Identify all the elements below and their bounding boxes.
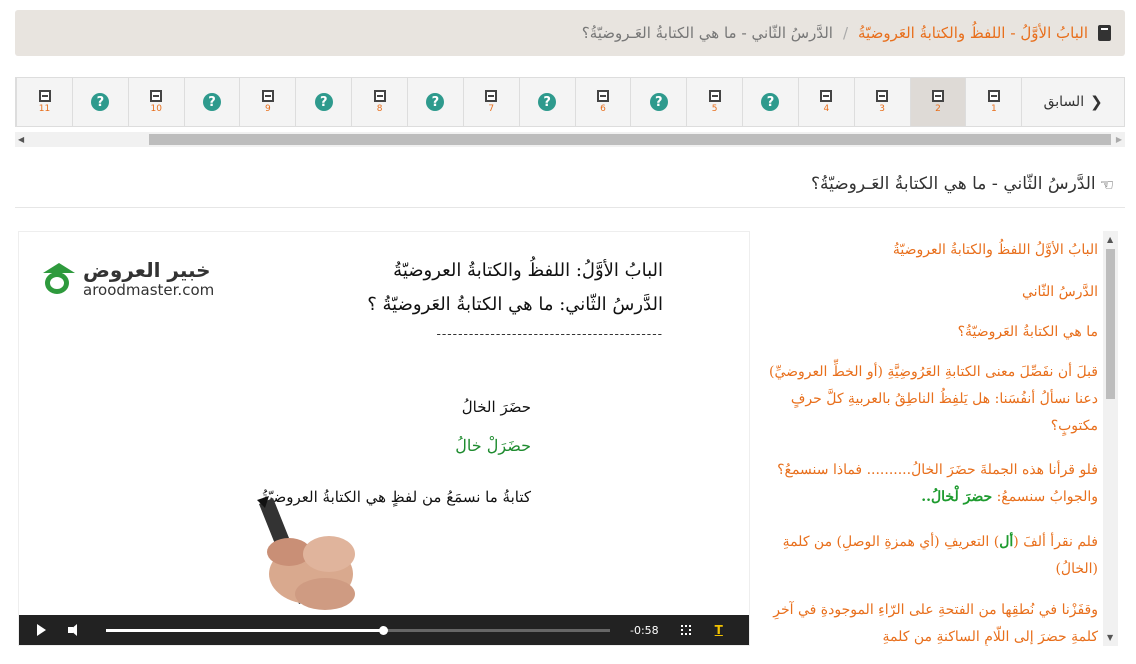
film-icon — [876, 90, 889, 102]
question-icon: ? — [91, 93, 110, 111]
film-icon — [261, 90, 274, 102]
nav-item-video-8[interactable]: 8 — [351, 78, 407, 126]
vertical-scrollbar-thumb[interactable] — [1106, 249, 1115, 399]
nav-item-video-6[interactable]: 6 — [574, 78, 631, 126]
book-icon — [1098, 25, 1111, 41]
lesson-title-text: الدَّرسُ الثّاني - ما هي الكتابةُ العَـر… — [810, 174, 1096, 194]
transcript-highlight-al: أل — [999, 534, 1014, 550]
question-icon: ? — [203, 93, 222, 111]
scroll-left-arrow-icon[interactable]: ◀ — [18, 135, 24, 144]
question-icon: ? — [314, 93, 333, 111]
drawing-hand-image — [257, 496, 355, 610]
logo-domain-text: aroodmaster.com — [83, 281, 215, 299]
vertical-scrollbar[interactable]: ▲ ▼ — [1103, 231, 1118, 646]
site-logo: خبير العروض aroodmaster.com — [41, 260, 214, 298]
nav-item-video-2[interactable]: 2 — [909, 78, 966, 126]
scrollbar-thumb[interactable] — [149, 134, 1111, 145]
previous-button[interactable]: ❮ السابق — [1021, 78, 1124, 126]
video-player[interactable]: خبير العروض aroodmaster.com البابُ الأوَ… — [18, 231, 750, 646]
nav-item-video-10[interactable]: 10 — [127, 78, 184, 126]
transcript-chapter: البابُ الأوَّلُ اللفظُ والكتابةُ العروضي… — [892, 242, 1098, 258]
transcript-paragraph-2: فلو قرأنا هذه الجملةَ حضَرَ الخالُ......… — [760, 457, 1098, 511]
fullscreen-icon[interactable] — [680, 625, 691, 635]
video-example-arudi: حضَرَلْ خالُ — [455, 436, 531, 455]
nav-item-quiz[interactable]: ? — [518, 78, 575, 126]
graduation-cap-logo-icon — [41, 261, 77, 297]
transcript-paragraph-4: وقفَزْنا في نُطقِها من الفتحةِ على الرّا… — [773, 602, 1098, 645]
film-icon — [932, 90, 945, 102]
nav-item-number: 10 — [150, 104, 162, 114]
lesson-title: ☜ الدَّرسُ الثّاني - ما هي الكتابةُ العَ… — [811, 174, 1114, 194]
nav-item-quiz[interactable]: ? — [183, 78, 240, 126]
video-dashed-rule: ----------------------------------------… — [436, 327, 663, 342]
horizontal-scrollbar[interactable]: ◀ ▶ — [15, 132, 1125, 147]
film-icon — [38, 90, 51, 102]
hand-pointer-icon: ☜ — [1099, 174, 1114, 194]
film-icon — [820, 90, 833, 102]
nav-item-video-11[interactable]: 11 — [16, 78, 72, 126]
video-lesson-line: الدَّرسُ الثّاني: ما هي الكتابةُ العَروض… — [367, 294, 663, 315]
nav-item-quiz[interactable]: ? — [630, 78, 686, 126]
question-icon: ? — [649, 93, 668, 111]
transcript-lesson: الدَّرسُ الثّاني — [1021, 284, 1098, 300]
transcript-panel: البابُ الأوَّلُ اللفظُ والكتابةُ العروضي… — [760, 231, 1118, 646]
nav-item-number: 6 — [600, 104, 606, 114]
volume-icon[interactable] — [68, 624, 82, 636]
captions-icon[interactable]: T — [715, 623, 723, 637]
nav-item-video-7[interactable]: 7 — [462, 78, 519, 126]
film-icon — [150, 90, 163, 102]
transcript-paragraph-3: فلم نقرأ ألفَ (أل) التعريفِ (أي همزةِ ال… — [760, 529, 1098, 583]
scroll-right-arrow-icon[interactable]: ▶ — [1116, 135, 1122, 144]
transcript-paragraph-3-start: فلم نقرأ ألفَ ( — [1013, 534, 1098, 550]
nav-item-video-5[interactable]: 5 — [686, 78, 742, 126]
scroll-up-arrow-icon[interactable]: ▲ — [1107, 235, 1113, 244]
logo-arabic-text: خبير العروض — [83, 258, 211, 282]
nav-item-number: 1 — [990, 104, 997, 114]
video-progress-bar[interactable] — [106, 625, 610, 635]
lesson-navigation-bar: ❮ السابق 1 2 3 4? 5? 6? 7? 8? 9? 10? 11 — [15, 77, 1125, 127]
nav-item-quiz[interactable]: ? — [295, 78, 351, 126]
nav-item-number: 4 — [823, 104, 830, 114]
nav-item-number: 11 — [38, 104, 51, 114]
video-controls: -0:58 T — [19, 615, 749, 645]
divider — [15, 207, 1125, 208]
film-icon — [708, 90, 721, 102]
nav-item-quiz[interactable]: ? — [742, 78, 798, 126]
scroll-down-arrow-icon[interactable]: ▼ — [1107, 633, 1113, 642]
time-remaining: -0:58 — [630, 623, 659, 637]
nav-item-video-3[interactable]: 3 — [853, 78, 910, 126]
question-icon: ? — [761, 93, 780, 111]
breadcrumb-chapter-link[interactable]: البابُ الأوَّلُ - اللفظُ والكتابةُ العَر… — [858, 24, 1088, 42]
transcript-question: ما هي الكتابةُ العَروضيّةُ؟ — [957, 324, 1098, 340]
previous-label: السابق — [1043, 94, 1085, 110]
transcript-highlight-arudi: حضرَ لْخالُ.. — [921, 489, 993, 505]
nav-item-number: 9 — [265, 104, 271, 114]
nav-item-number: 3 — [879, 104, 886, 114]
nav-item-quiz[interactable]: ? — [71, 78, 128, 126]
breadcrumb: البابُ الأوَّلُ - اللفظُ والكتابةُ العَر… — [15, 10, 1125, 56]
nav-item-video-4[interactable]: 4 — [797, 78, 854, 126]
film-icon — [596, 90, 609, 102]
nav-item-video-9[interactable]: 9 — [239, 78, 295, 126]
breadcrumb-separator: / — [842, 24, 849, 42]
chevron-left-icon: ❮ — [1090, 93, 1103, 111]
nav-item-number: 5 — [711, 104, 718, 114]
play-icon[interactable] — [37, 624, 46, 636]
breadcrumb-current: الدَّرسُ الثّاني - ما هي الكتابةُ العَـر… — [581, 24, 833, 42]
progress-fill — [106, 628, 384, 632]
video-chapter-line: البابُ الأوَّلُ: اللفظُ والكتابةُ العروض… — [393, 260, 663, 281]
nav-item-number: 2 — [935, 104, 941, 114]
nav-item-video-1[interactable]: 1 — [965, 78, 1021, 126]
question-icon: ? — [538, 93, 557, 111]
question-icon: ? — [426, 93, 445, 111]
film-icon — [373, 90, 386, 102]
nav-item-quiz[interactable]: ? — [407, 78, 463, 126]
film-icon — [987, 90, 1000, 102]
video-example-sentence: حضَرَ الخالُ — [461, 398, 531, 416]
nav-item-number: 8 — [376, 104, 383, 114]
transcript-paragraph-1: قبلَ أن نفَصِّلَ معنى الكتابةِ العَرُوضِ… — [769, 364, 1098, 434]
nav-item-number: 7 — [488, 104, 495, 114]
progress-knob[interactable] — [379, 625, 389, 635]
film-icon — [485, 90, 498, 102]
